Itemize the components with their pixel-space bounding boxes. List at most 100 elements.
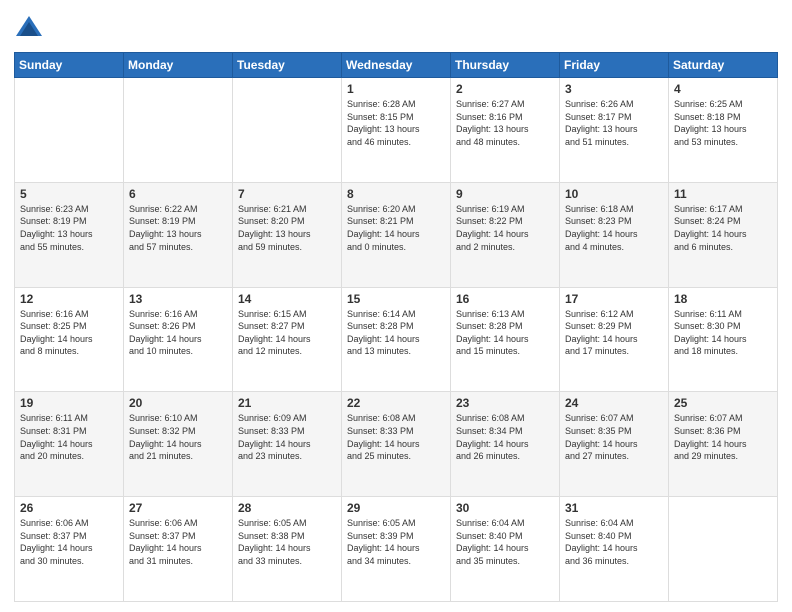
day-info: Sunrise: 6:27 AM Sunset: 8:16 PM Dayligh… xyxy=(456,98,554,148)
day-number: 31 xyxy=(565,501,663,515)
calendar-cell: 5 Sunrise: 6:23 AM Sunset: 8:19 PM Daylig… xyxy=(15,182,124,287)
day-number: 26 xyxy=(20,501,118,515)
day-number: 17 xyxy=(565,292,663,306)
calendar-cell xyxy=(124,78,233,183)
day-number: 14 xyxy=(238,292,336,306)
day-info: Sunrise: 6:06 AM Sunset: 8:37 PM Dayligh… xyxy=(20,517,118,567)
day-number: 4 xyxy=(674,82,772,96)
day-info: Sunrise: 6:26 AM Sunset: 8:17 PM Dayligh… xyxy=(565,98,663,148)
day-number: 22 xyxy=(347,396,445,410)
calendar-cell: 14 Sunrise: 6:15 AM Sunset: 8:27 PM Dayli… xyxy=(233,287,342,392)
calendar-week-row: 26 Sunrise: 6:06 AM Sunset: 8:37 PM Dayli… xyxy=(15,497,778,602)
day-info: Sunrise: 6:07 AM Sunset: 8:35 PM Dayligh… xyxy=(565,412,663,462)
calendar-day-header: Thursday xyxy=(451,53,560,78)
day-info: Sunrise: 6:08 AM Sunset: 8:34 PM Dayligh… xyxy=(456,412,554,462)
calendar-week-row: 5 Sunrise: 6:23 AM Sunset: 8:19 PM Daylig… xyxy=(15,182,778,287)
calendar-cell: 26 Sunrise: 6:06 AM Sunset: 8:37 PM Dayli… xyxy=(15,497,124,602)
calendar-cell: 1 Sunrise: 6:28 AM Sunset: 8:15 PM Daylig… xyxy=(342,78,451,183)
day-number: 24 xyxy=(565,396,663,410)
day-number: 5 xyxy=(20,187,118,201)
calendar-day-header: Sunday xyxy=(15,53,124,78)
calendar-cell: 25 Sunrise: 6:07 AM Sunset: 8:36 PM Dayli… xyxy=(669,392,778,497)
calendar-cell: 30 Sunrise: 6:04 AM Sunset: 8:40 PM Dayli… xyxy=(451,497,560,602)
day-info: Sunrise: 6:14 AM Sunset: 8:28 PM Dayligh… xyxy=(347,308,445,358)
day-info: Sunrise: 6:28 AM Sunset: 8:15 PM Dayligh… xyxy=(347,98,445,148)
day-number: 6 xyxy=(129,187,227,201)
calendar-cell: 16 Sunrise: 6:13 AM Sunset: 8:28 PM Dayli… xyxy=(451,287,560,392)
day-info: Sunrise: 6:08 AM Sunset: 8:33 PM Dayligh… xyxy=(347,412,445,462)
calendar-cell: 21 Sunrise: 6:09 AM Sunset: 8:33 PM Dayli… xyxy=(233,392,342,497)
calendar-cell: 3 Sunrise: 6:26 AM Sunset: 8:17 PM Daylig… xyxy=(560,78,669,183)
calendar-cell: 18Sunrise: 6:11 AM Sunset: 8:30 PM Dayli… xyxy=(669,287,778,392)
calendar-cell: 12 Sunrise: 6:16 AM Sunset: 8:25 PM Dayli… xyxy=(15,287,124,392)
day-info: Sunrise: 6:13 AM Sunset: 8:28 PM Dayligh… xyxy=(456,308,554,358)
day-number: 11 xyxy=(674,187,772,201)
day-number: 16 xyxy=(456,292,554,306)
calendar-header-row: SundayMondayTuesdayWednesdayThursdayFrid… xyxy=(15,53,778,78)
day-info: Sunrise: 6:11 AM Sunset: 8:31 PM Dayligh… xyxy=(20,412,118,462)
day-number: 10 xyxy=(565,187,663,201)
calendar-cell: 6 Sunrise: 6:22 AM Sunset: 8:19 PM Daylig… xyxy=(124,182,233,287)
day-info: Sunrise: 6:05 AM Sunset: 8:38 PM Dayligh… xyxy=(238,517,336,567)
day-number: 2 xyxy=(456,82,554,96)
day-info: Sunrise: 6:21 AM Sunset: 8:20 PM Dayligh… xyxy=(238,203,336,253)
day-number: 20 xyxy=(129,396,227,410)
day-info: Sunrise: 6:10 AM Sunset: 8:32 PM Dayligh… xyxy=(129,412,227,462)
day-number: 23 xyxy=(456,396,554,410)
day-info: Sunrise: 6:09 AM Sunset: 8:33 PM Dayligh… xyxy=(238,412,336,462)
day-info: Sunrise: 6:12 AM Sunset: 8:29 PM Dayligh… xyxy=(565,308,663,358)
day-info: Sunrise: 6:20 AM Sunset: 8:21 PM Dayligh… xyxy=(347,203,445,253)
calendar-cell xyxy=(669,497,778,602)
calendar-day-header: Tuesday xyxy=(233,53,342,78)
calendar: SundayMondayTuesdayWednesdayThursdayFrid… xyxy=(14,52,778,602)
logo xyxy=(14,14,48,44)
day-info: Sunrise: 6:07 AM Sunset: 8:36 PM Dayligh… xyxy=(674,412,772,462)
day-number: 1 xyxy=(347,82,445,96)
calendar-cell: 13 Sunrise: 6:16 AM Sunset: 8:26 PM Dayli… xyxy=(124,287,233,392)
calendar-cell: 27Sunrise: 6:06 AM Sunset: 8:37 PM Dayli… xyxy=(124,497,233,602)
calendar-week-row: 1 Sunrise: 6:28 AM Sunset: 8:15 PM Daylig… xyxy=(15,78,778,183)
calendar-cell: 11 Sunrise: 6:17 AM Sunset: 8:24 PM Dayli… xyxy=(669,182,778,287)
calendar-cell: 10 Sunrise: 6:18 AM Sunset: 8:23 PM Dayli… xyxy=(560,182,669,287)
day-info: Sunrise: 6:23 AM Sunset: 8:19 PM Dayligh… xyxy=(20,203,118,253)
day-number: 8 xyxy=(347,187,445,201)
day-info: Sunrise: 6:25 AM Sunset: 8:18 PM Dayligh… xyxy=(674,98,772,148)
calendar-cell xyxy=(233,78,342,183)
calendar-week-row: 12 Sunrise: 6:16 AM Sunset: 8:25 PM Dayli… xyxy=(15,287,778,392)
day-number: 12 xyxy=(20,292,118,306)
day-number: 21 xyxy=(238,396,336,410)
calendar-cell: 28 Sunrise: 6:05 AM Sunset: 8:38 PM Dayli… xyxy=(233,497,342,602)
day-info: Sunrise: 6:22 AM Sunset: 8:19 PM Dayligh… xyxy=(129,203,227,253)
calendar-cell: 19Sunrise: 6:11 AM Sunset: 8:31 PM Dayli… xyxy=(15,392,124,497)
calendar-cell: 15 Sunrise: 6:14 AM Sunset: 8:28 PM Dayli… xyxy=(342,287,451,392)
day-info: Sunrise: 6:11 AM Sunset: 8:30 PM Dayligh… xyxy=(674,308,772,358)
day-info: Sunrise: 6:17 AM Sunset: 8:24 PM Dayligh… xyxy=(674,203,772,253)
day-info: Sunrise: 6:16 AM Sunset: 8:25 PM Dayligh… xyxy=(20,308,118,358)
day-number: 7 xyxy=(238,187,336,201)
day-info: Sunrise: 6:15 AM Sunset: 8:27 PM Dayligh… xyxy=(238,308,336,358)
calendar-day-header: Friday xyxy=(560,53,669,78)
calendar-cell: 29 Sunrise: 6:05 AM Sunset: 8:39 PM Dayli… xyxy=(342,497,451,602)
day-number: 25 xyxy=(674,396,772,410)
page: SundayMondayTuesdayWednesdayThursdayFrid… xyxy=(0,0,792,612)
day-number: 13 xyxy=(129,292,227,306)
day-number: 15 xyxy=(347,292,445,306)
calendar-cell: 9Sunrise: 6:19 AM Sunset: 8:22 PM Daylig… xyxy=(451,182,560,287)
day-number: 30 xyxy=(456,501,554,515)
calendar-cell xyxy=(15,78,124,183)
calendar-week-row: 19Sunrise: 6:11 AM Sunset: 8:31 PM Dayli… xyxy=(15,392,778,497)
calendar-cell: 31 Sunrise: 6:04 AM Sunset: 8:40 PM Dayli… xyxy=(560,497,669,602)
calendar-cell: 24 Sunrise: 6:07 AM Sunset: 8:35 PM Dayli… xyxy=(560,392,669,497)
day-info: Sunrise: 6:16 AM Sunset: 8:26 PM Dayligh… xyxy=(129,308,227,358)
day-number: 28 xyxy=(238,501,336,515)
day-info: Sunrise: 6:19 AM Sunset: 8:22 PM Dayligh… xyxy=(456,203,554,253)
day-info: Sunrise: 6:04 AM Sunset: 8:40 PM Dayligh… xyxy=(456,517,554,567)
day-info: Sunrise: 6:18 AM Sunset: 8:23 PM Dayligh… xyxy=(565,203,663,253)
day-number: 29 xyxy=(347,501,445,515)
day-info: Sunrise: 6:06 AM Sunset: 8:37 PM Dayligh… xyxy=(129,517,227,567)
calendar-day-header: Wednesday xyxy=(342,53,451,78)
logo-icon xyxy=(14,14,44,44)
day-number: 3 xyxy=(565,82,663,96)
day-info: Sunrise: 6:04 AM Sunset: 8:40 PM Dayligh… xyxy=(565,517,663,567)
day-info: Sunrise: 6:05 AM Sunset: 8:39 PM Dayligh… xyxy=(347,517,445,567)
